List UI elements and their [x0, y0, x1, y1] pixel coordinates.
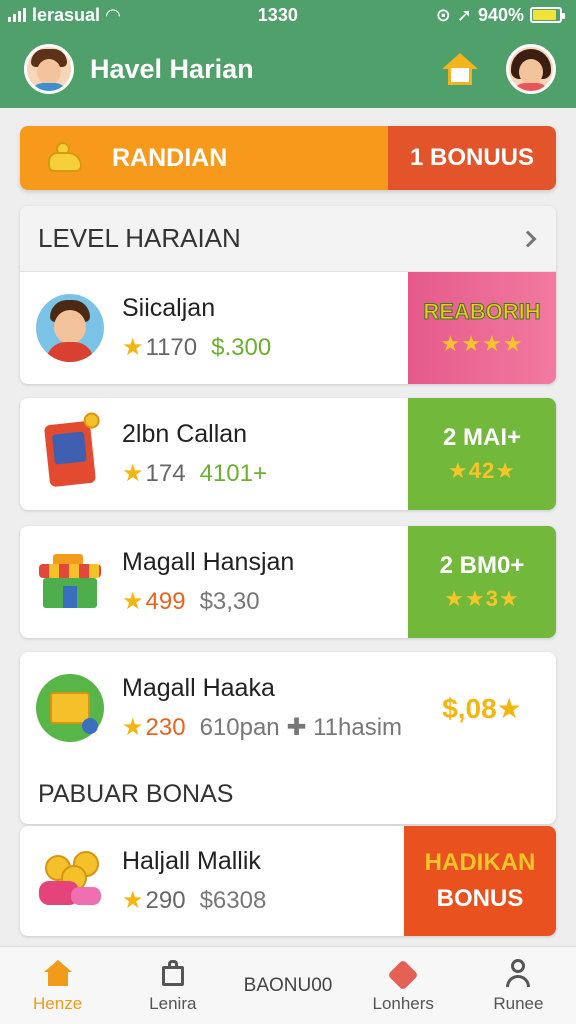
bonus-button-line2: BONUS — [436, 885, 524, 912]
reward-badge[interactable]: REABORIH ★★★★ — [408, 272, 556, 384]
page-title: Havel Harian — [90, 53, 254, 84]
list-item[interactable]: Haljall Mallik ★ 290 $6308 HADIKAN BONUS — [20, 826, 556, 936]
nav-lovers[interactable]: Lonhers — [346, 947, 461, 1024]
nav-profile[interactable]: Runee — [461, 947, 576, 1024]
coins-icon — [20, 826, 120, 936]
status-right: ⊙ ➚ 940% — [435, 4, 565, 26]
item-reward: 610pan ✚ 11hasim — [199, 714, 403, 741]
list-item[interactable]: Magall Hansjan ★ 499 $3,30 2 BM0+ ★★3★ — [20, 526, 556, 638]
item-title: Magall Hansjan — [122, 548, 295, 576]
phone-icon — [20, 398, 120, 510]
item-title: 2lbn Callan — [122, 420, 248, 448]
badge-label: 2 MAI+ — [442, 424, 522, 451]
item-reward: $6308 — [199, 886, 267, 914]
item-stars-count: 290 — [145, 886, 186, 914]
boy-avatar-icon — [20, 272, 120, 384]
badge-label: REABORIH — [423, 299, 541, 325]
home-icon[interactable] — [440, 49, 480, 89]
user-avatar[interactable] — [24, 44, 74, 94]
badge-stars: ★★★★ — [440, 331, 524, 356]
item-reward: $.300 — [211, 333, 272, 361]
home-icon — [43, 958, 73, 988]
item-reward: $3,30 — [199, 587, 260, 615]
badge-stars: ★42★ — [448, 458, 516, 483]
badge-stars: ★★3★ — [444, 586, 520, 611]
section-footer: PABUAR BONAS — [20, 764, 556, 824]
section-header[interactable]: LEVEL HARAIAN — [20, 206, 556, 272]
nav-profile-label: Runee — [493, 993, 544, 1013]
bottom-nav: Henze Lenira BAONU00 Lonhers Runee — [0, 946, 576, 1024]
status-time: 1330 — [257, 4, 298, 25]
nav-library-label: Lenira — [149, 993, 197, 1013]
reward-value[interactable]: $,08★ — [408, 652, 556, 764]
item-title: Haljall Mallik — [122, 847, 261, 875]
item-reward: 4101+ — [199, 459, 267, 487]
shop-icon — [20, 526, 120, 638]
item-title: Siicaljan — [122, 294, 216, 322]
wifi-icon: ◠ — [106, 4, 120, 25]
lamp-icon — [44, 142, 88, 174]
bonus-button-line1: HADIKAN — [424, 849, 536, 876]
friend-avatar[interactable] — [506, 44, 556, 94]
bag-icon — [158, 958, 188, 988]
top-bar: lerasual ◠ 1330 ⊙ ➚ 940% Havel Harian — [0, 0, 576, 108]
nav-lovers-label: Lonhers — [372, 993, 434, 1013]
item-stars-count: 1170 — [145, 333, 198, 361]
banner-main[interactable]: RANDIAN — [20, 126, 388, 190]
battery-percent: 940% — [477, 4, 524, 25]
heart-icon — [387, 958, 419, 991]
item-stars-count: 174 — [145, 459, 186, 487]
nav-center-label: BAONU00 — [243, 974, 333, 996]
reward-badge[interactable]: 2 BM0+ ★★3★ — [408, 526, 556, 638]
list-item[interactable]: Magall Haaka ★ 230 610pan ✚ 11hasim $,08… — [20, 652, 556, 764]
signal-icon — [8, 8, 26, 22]
section-title: LEVEL HARAIAN — [38, 223, 241, 253]
star-icon: ★ — [122, 334, 144, 361]
chevron-right-icon[interactable] — [519, 230, 537, 247]
user-icon — [503, 958, 533, 988]
carrier-label: lerasual — [32, 4, 101, 25]
battery-icon — [529, 7, 565, 23]
daily-banner[interactable]: RANDIAN 1 BONUUS — [20, 126, 556, 190]
app-header: Havel Harian — [0, 30, 576, 108]
treasure-box-icon — [20, 652, 120, 764]
footer-title: PABUAR BONAS — [38, 779, 234, 808]
nav-library[interactable]: Lenira — [115, 947, 230, 1024]
banner-label: RANDIAN — [112, 143, 228, 172]
nav-home[interactable]: Henze — [0, 947, 115, 1024]
item-title: Magall Haaka — [122, 674, 275, 702]
list-item[interactable]: 2lbn Callan ★ 174 4101+ 2 MAI+ ★42★ — [20, 398, 556, 510]
nav-home-label: Henze — [33, 993, 83, 1013]
alarm-icon: ⊙ — [435, 4, 451, 25]
star-icon: ★ — [122, 714, 144, 741]
star-icon: ★ — [122, 887, 144, 914]
status-left: lerasual ◠ — [8, 5, 120, 26]
badge-label: 2 BM0+ — [439, 552, 525, 579]
star-icon: ★ — [122, 460, 144, 487]
reward-badge[interactable]: 2 MAI+ ★42★ — [408, 398, 556, 510]
item-stars-count: 230 — [145, 713, 186, 741]
star-icon: ★ — [122, 588, 144, 615]
nav-center[interactable]: BAONU00 — [230, 947, 345, 1024]
location-icon: ➚ — [456, 4, 472, 25]
item-stars-count: 499 — [145, 587, 186, 615]
banner-bonus-button[interactable]: 1 BONUUS — [388, 126, 556, 190]
bonus-button[interactable]: HADIKAN BONUS — [404, 826, 556, 936]
status-bar: lerasual ◠ 1330 ⊙ ➚ 940% — [0, 0, 576, 30]
bonus-section: Magall Haaka ★ 230 610pan ✚ 11hasim $,08… — [20, 652, 556, 824]
list-item[interactable]: Siicaljan ★ 1170 $.300 REABORIH ★★★★ — [20, 272, 556, 384]
level-section: LEVEL HARAIAN Siicaljan ★ 1170 $.300 REA… — [20, 206, 556, 384]
